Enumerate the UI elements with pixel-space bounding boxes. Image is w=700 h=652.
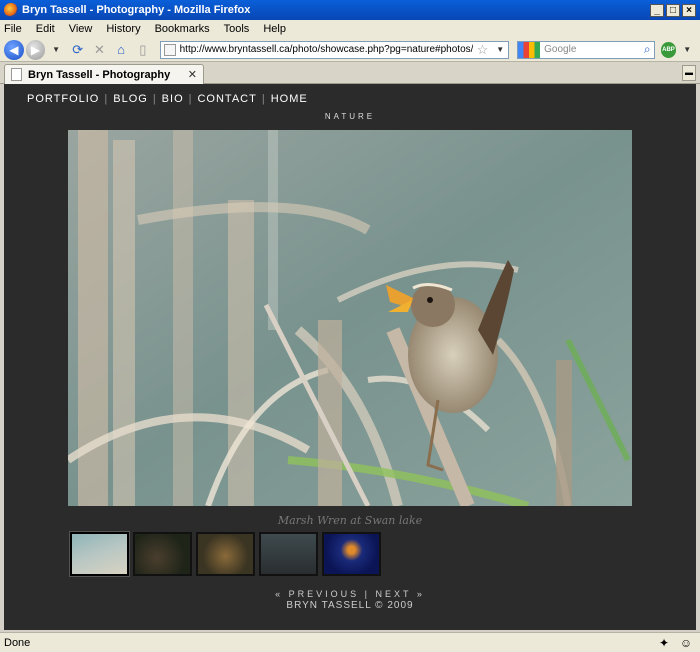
url-bar[interactable]: http://www.bryntassell.ca/photo/showcase… [159, 40, 510, 59]
menu-bar: File Edit View History Bookmarks Tools H… [0, 20, 700, 38]
nav-separator: | [261, 93, 266, 105]
main-photo[interactable] [68, 130, 632, 506]
status-bar: Done ✦ ☺ [0, 632, 700, 652]
home-icon[interactable]: ⌂ [112, 41, 130, 59]
close-tab-icon[interactable]: ✕ [188, 68, 197, 81]
stop-icon[interactable]: ✕ [91, 41, 109, 59]
url-dropdown-icon[interactable]: ▼ [496, 45, 504, 54]
pager-links[interactable]: « PREVIOUS | NEXT » [4, 589, 696, 599]
thumbnail-1[interactable] [69, 531, 130, 577]
tab-bryn-tassell[interactable]: Bryn Tassell - Photography ✕ [4, 64, 204, 84]
nav-separator: | [104, 93, 109, 105]
search-icon[interactable]: ⌕ [644, 42, 651, 57]
menu-help[interactable]: Help [263, 23, 286, 35]
addon-puzzle-icon[interactable]: ✦ [656, 636, 672, 650]
thumbnail-3[interactable] [196, 532, 255, 576]
search-input[interactable]: Google [544, 44, 644, 55]
thumbnail-4[interactable] [259, 532, 318, 576]
tab-strip: Bryn Tassell - Photography ✕ ▬ [0, 62, 700, 84]
tab-page-icon [11, 68, 22, 81]
nav-blog[interactable]: BLOG [113, 93, 148, 105]
web-page: PORTFOLIO | BLOG | BIO | CONTACT | HOME NATURE [4, 84, 696, 630]
window-titlebar: Bryn Tassell - Photography - Mozilla Fir… [0, 0, 700, 20]
firefox-logo-icon [4, 3, 18, 17]
url-text[interactable]: http://www.bryntassell.ca/photo/showcase… [180, 44, 473, 55]
maximize-button[interactable]: □ [666, 3, 680, 17]
nav-contact[interactable]: CONTACT [197, 93, 256, 105]
toolbar-overflow-icon[interactable]: ▼ [678, 41, 696, 59]
status-text: Done [4, 636, 31, 649]
nav-separator: | [188, 93, 193, 105]
thumbnail-5[interactable] [322, 532, 381, 576]
menu-bookmarks[interactable]: Bookmarks [155, 23, 210, 35]
site-nav: PORTFOLIO | BLOG | BIO | CONTACT | HOME [27, 93, 308, 105]
reload-icon[interactable]: ⟳ [69, 41, 87, 59]
site-identity-icon [163, 43, 176, 56]
adblock-plus-icon[interactable]: ABP [660, 41, 677, 58]
nav-bio[interactable]: BIO [162, 93, 184, 105]
back-arrow-icon[interactable]: ◀ [4, 39, 24, 60]
section-title: NATURE [324, 112, 376, 121]
copyright-text: BRYN TASSELL © 2009 [286, 600, 414, 611]
search-box[interactable]: Google ⌕ [517, 40, 655, 59]
window-title: Bryn Tassell - Photography - Mozilla Fir… [22, 4, 251, 16]
menu-edit[interactable]: Edit [36, 23, 55, 35]
nav-separator: | [152, 93, 157, 105]
smiley-icon[interactable]: ☺ [678, 636, 694, 650]
thumbnail-strip [69, 531, 381, 577]
nav-home[interactable]: HOME [271, 93, 308, 105]
photo-caption: Marsh Wren at Swan lake [277, 514, 423, 527]
marsh-wren-photo [68, 130, 632, 506]
tab-list-button[interactable]: ▬ [682, 65, 696, 81]
menu-tools[interactable]: Tools [224, 23, 250, 35]
nav-portfolio[interactable]: PORTFOLIO [27, 93, 99, 105]
page-icon: ▯ [139, 41, 147, 57]
menu-file[interactable]: File [4, 23, 22, 35]
tab-label: Bryn Tassell - Photography [28, 68, 171, 81]
thumbnail-2[interactable] [133, 532, 192, 576]
close-window-button[interactable]: × [682, 3, 696, 17]
google-engine-icon[interactable] [518, 41, 541, 58]
history-dropdown-icon[interactable]: ▼ [47, 41, 65, 59]
minimize-button[interactable]: _ [650, 3, 664, 17]
menu-history[interactable]: History [106, 23, 140, 35]
forward-arrow-icon[interactable]: ▶ [25, 39, 46, 60]
menu-view[interactable]: View [69, 23, 93, 35]
navigation-toolbar: ◀ ▶ ▼ ⟳ ✕ ⌂ ▯ http://www.bryntassell.ca/… [0, 38, 700, 62]
star-icon[interactable]: ☆ [477, 42, 489, 58]
